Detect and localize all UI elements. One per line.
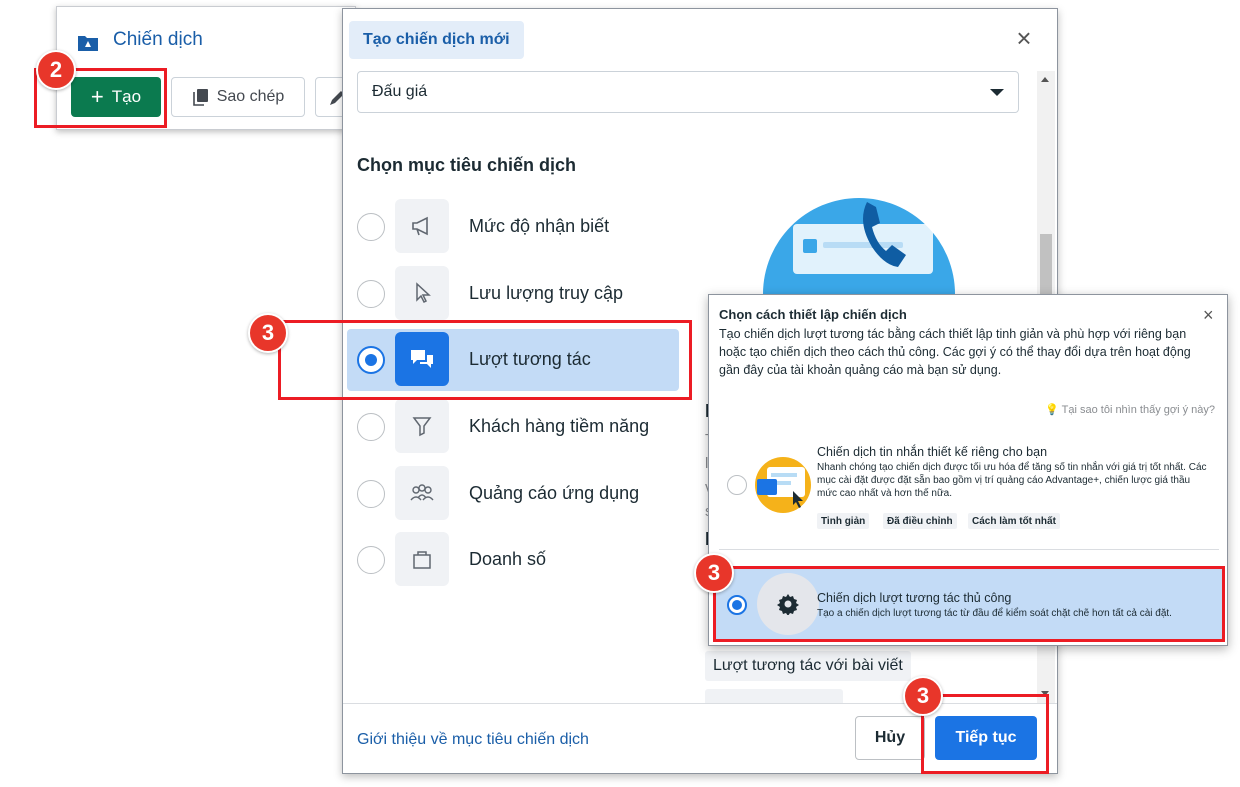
step-badge-continue: 3 bbox=[903, 676, 943, 716]
highlight-engagement bbox=[278, 320, 692, 400]
step-badge-create: 2 bbox=[36, 50, 76, 90]
objective-radio[interactable] bbox=[357, 413, 385, 441]
objective-label: Quảng cáo ứng dụng bbox=[469, 483, 640, 503]
cancel-button[interactable]: Hủy bbox=[855, 716, 925, 760]
objective-awareness[interactable]: Mức độ nhận biết bbox=[347, 196, 679, 258]
why-suggestion-link[interactable]: 💡 Tại sao tôi nhìn thấy gợi ý này? bbox=[1045, 403, 1215, 416]
tailored-option-radio[interactable] bbox=[727, 475, 747, 495]
shopping-bag-icon bbox=[395, 532, 449, 586]
panel-title: Chiến dịch bbox=[113, 29, 203, 50]
buying-type-select[interactable]: Đấu giá bbox=[357, 71, 1019, 113]
objective-radio[interactable] bbox=[357, 280, 385, 308]
objective-radio[interactable] bbox=[357, 480, 385, 508]
close-icon[interactable]: × bbox=[1011, 25, 1037, 51]
phone-illustration bbox=[763, 198, 955, 294]
popover-divider bbox=[719, 549, 1219, 550]
copy-button[interactable]: Sao chép bbox=[171, 77, 305, 117]
scroll-up-arrow-icon[interactable] bbox=[1041, 77, 1049, 82]
objective-label: Mức độ nhận biết bbox=[469, 216, 610, 236]
post-engagement-chip: Lượt tương tác với bài viết bbox=[705, 651, 911, 681]
objective-radio[interactable] bbox=[357, 213, 385, 241]
step-badge-manual: 3 bbox=[694, 553, 734, 593]
objective-label: Khách hàng tiềm năng bbox=[469, 416, 650, 436]
objective-traffic[interactable]: Lưu lượng truy cập bbox=[347, 263, 679, 325]
tag-adjusted: Đã điều chỉnh bbox=[883, 513, 957, 529]
popover-title: Chọn cách thiết lập chiến dịch bbox=[719, 307, 907, 322]
people-group-icon bbox=[395, 466, 449, 520]
objective-radio[interactable] bbox=[357, 546, 385, 574]
megaphone-icon bbox=[395, 199, 449, 253]
objective-label: Doanh số bbox=[469, 549, 547, 569]
copy-icon bbox=[192, 89, 208, 106]
cursor-icon bbox=[395, 266, 449, 320]
tailored-campaign-illustration bbox=[755, 457, 811, 513]
tag-best-practice: Cách làm tốt nhất bbox=[968, 513, 1060, 529]
tag-streamlined: Tinh giản bbox=[817, 513, 870, 529]
objective-leads[interactable]: Khách hàng tiềm năng bbox=[347, 396, 679, 458]
objective-label: Lưu lượng truy cập bbox=[469, 283, 623, 303]
learn-objectives-link[interactable]: Giới thiệu về mục tiêu chiến dịch bbox=[357, 731, 589, 749]
objective-heading: Chọn mục tiêu chiến dịch bbox=[357, 155, 577, 175]
caret-down-icon bbox=[990, 88, 1004, 96]
objective-app-promotion[interactable]: Quảng cáo ứng dụng bbox=[347, 463, 679, 525]
campaign-folder-icon bbox=[78, 36, 98, 51]
step-badge-engagement: 3 bbox=[248, 313, 288, 353]
popover-description: Tạo chiến dịch lượt tương tác bằng cách … bbox=[719, 327, 1191, 377]
close-icon[interactable]: × bbox=[1203, 305, 1214, 326]
tailored-option-description: Nhanh chóng tạo chiến dịch được tối ưu h… bbox=[817, 462, 1207, 499]
copy-button-label: Sao chép bbox=[216, 88, 285, 105]
highlight-manual-option bbox=[713, 566, 1225, 642]
filter-icon bbox=[395, 399, 449, 453]
lightbulb-icon: 💡 bbox=[1045, 404, 1059, 416]
modal-title: Tạo chiến dịch mới bbox=[349, 21, 524, 59]
tailored-option-title[interactable]: Chiến dịch tin nhắn thiết kế riêng cho b… bbox=[817, 445, 1047, 459]
buying-type-value: Đấu giá bbox=[372, 83, 428, 100]
objective-sales[interactable]: Doanh số bbox=[347, 529, 679, 591]
